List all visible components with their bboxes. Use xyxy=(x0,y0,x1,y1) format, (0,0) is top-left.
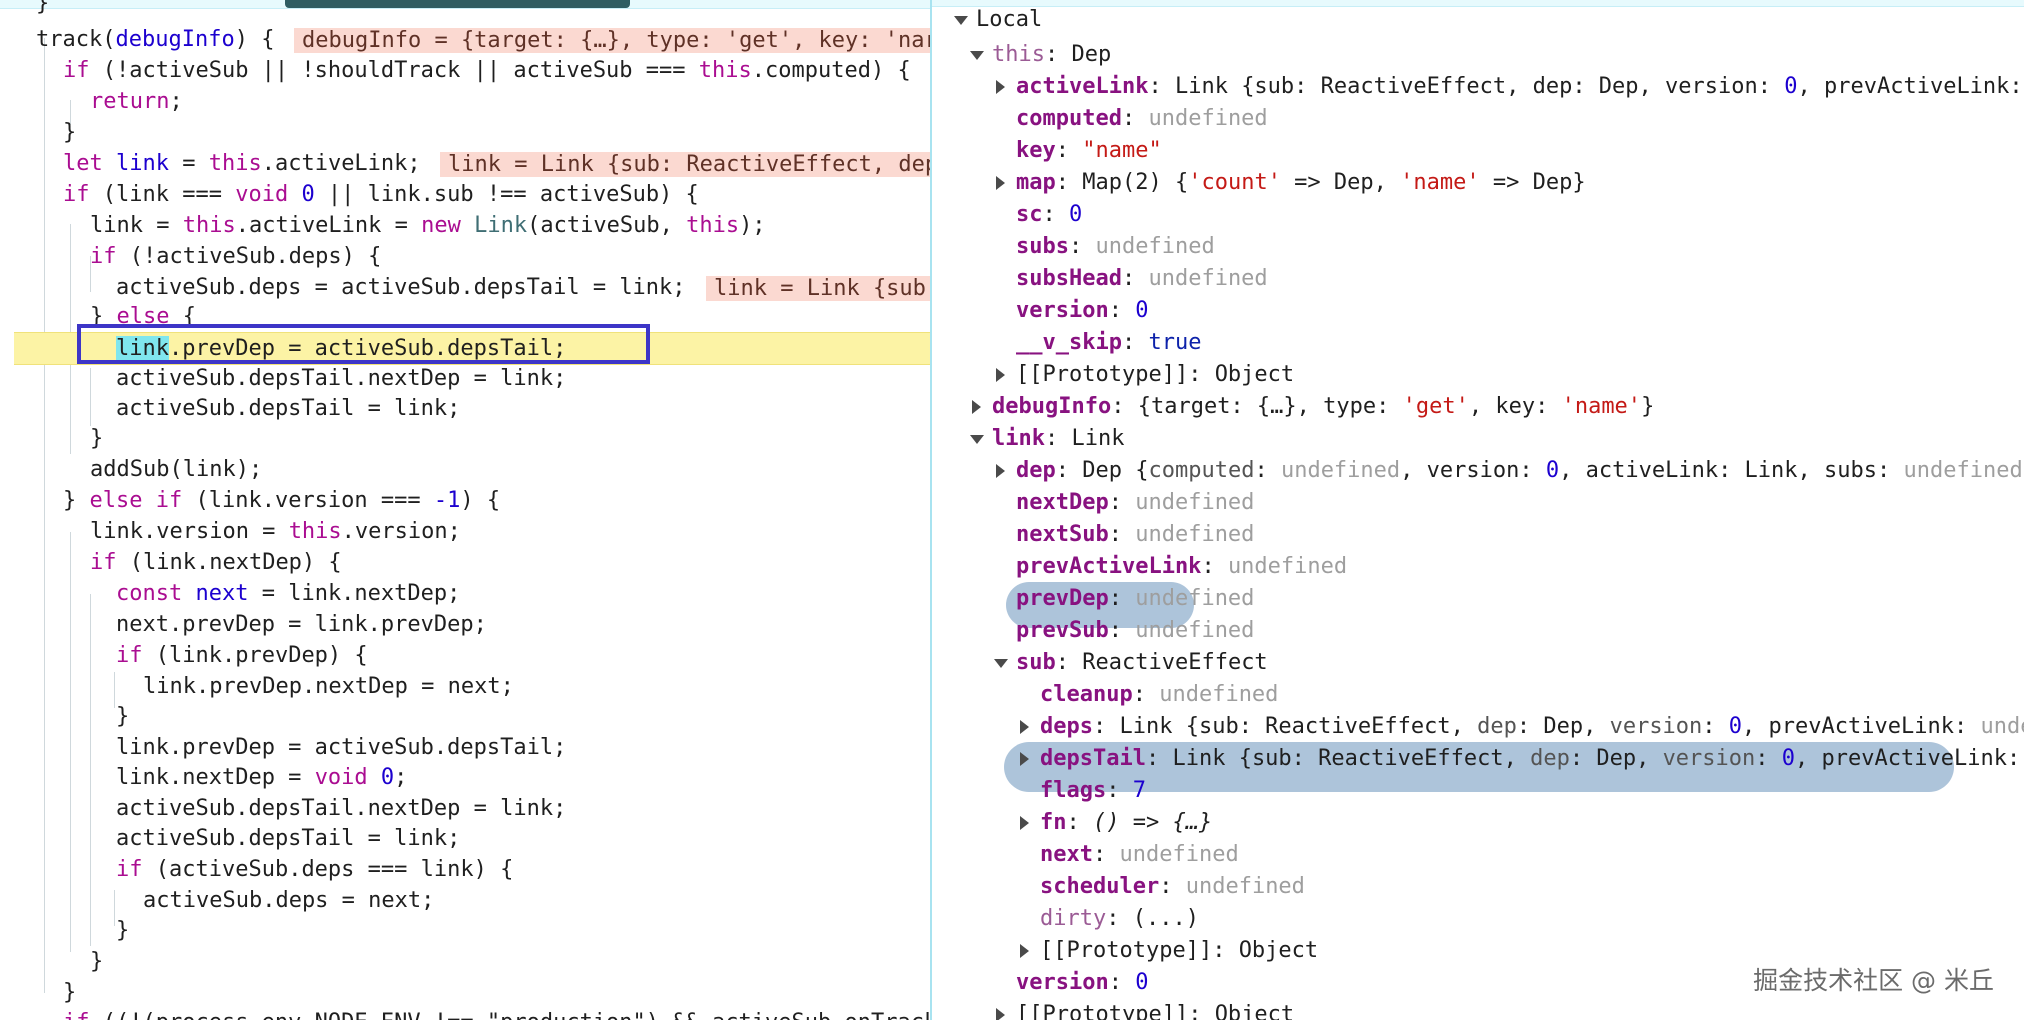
code-line: link.prevDep.nextDep = next; xyxy=(0,671,930,702)
code-text: if (link.prevDep) { xyxy=(116,643,368,668)
scope-variables-pane[interactable]: Local this: Dep activeLink: Link {sub: R… xyxy=(932,0,2024,1020)
code-line: link = this.activeLink = new Link(active… xyxy=(0,210,930,241)
code-line: activeSub.deps = activeSub.depsTail = li… xyxy=(0,272,930,303)
code-line: } else if (link.version === -1) { xyxy=(0,485,930,516)
code-text: link.prevDep.nextDep = next; xyxy=(143,674,514,699)
code-line: activeSub.depsTail.nextDep = link; xyxy=(0,363,930,394)
code-text: let link = this.activeLink; xyxy=(63,151,421,176)
code-text: activeSub.deps = activeSub.depsTail = li… xyxy=(116,275,686,300)
expand-arrow-icon[interactable] xyxy=(992,647,1008,679)
code-text: } else if (link.version === -1) { xyxy=(63,488,501,513)
code-text: if (!activeSub || !shouldTrack || active… xyxy=(63,58,911,83)
code-line: activeSub.depsTail = link; xyxy=(0,393,930,424)
code-line: } xyxy=(0,946,930,977)
code-line: const next = link.nextDep; xyxy=(0,578,930,609)
expand-arrow-icon[interactable] xyxy=(968,391,984,423)
code-line: let link = this.activeLink; link = Link … xyxy=(0,148,930,179)
code-text: activeSub.deps = next; xyxy=(143,888,435,913)
code-text: } xyxy=(90,426,104,451)
code-text: activeSub.depsTail = link; xyxy=(116,826,461,851)
code-text: addSub(link); xyxy=(90,457,263,482)
code-line: return; xyxy=(0,86,930,117)
code-text: } xyxy=(63,120,77,145)
code-text: track(debugInfo) { xyxy=(36,27,275,52)
code-text: if (link === void 0 || link.sub !== acti… xyxy=(63,182,699,207)
code-text: activeSub.depsTail.nextDep = link; xyxy=(116,366,567,391)
code-text: link.prevDep = activeSub.depsTail; xyxy=(116,735,567,760)
code-line: if (!activeSub || !shouldTrack || active… xyxy=(0,55,930,86)
code-line: track(debugInfo) { debugInfo = {target: … xyxy=(0,24,930,55)
code-line: addSub(link); xyxy=(0,454,930,485)
code-text: } xyxy=(90,949,104,974)
code-text: if (link.nextDep) { xyxy=(90,550,342,575)
expand-arrow-icon[interactable] xyxy=(1016,743,1032,775)
code-text: if (activeSub.deps === link) { xyxy=(116,857,514,882)
expand-arrow-icon[interactable] xyxy=(1016,935,1032,967)
code-line: activeSub.deps = next; xyxy=(0,885,930,916)
code-text: } xyxy=(36,0,50,16)
code-line: if (activeSub.deps === link) { xyxy=(0,854,930,885)
code-text: link = this.activeLink = new Link(active… xyxy=(90,213,766,238)
code-line: link.prevDep = activeSub.depsTail; xyxy=(0,732,930,763)
code-line: if (link === void 0 || link.sub !== acti… xyxy=(0,179,930,210)
code-line: } xyxy=(0,701,930,732)
code-text: if (!activeSub.deps) { xyxy=(90,244,382,269)
code-line: if ((!(process.env.NODE_ENV !== "product… xyxy=(0,1007,930,1020)
code-line: if (!activeSub.deps) { xyxy=(0,241,930,272)
expand-arrow-icon[interactable] xyxy=(992,999,1008,1020)
expand-arrow-icon[interactable] xyxy=(992,71,1008,103)
code-text: } xyxy=(63,980,77,1005)
code-line: activeSub.depsTail.nextDep = link; xyxy=(0,793,930,824)
code-line: link.nextDep = void 0; xyxy=(0,762,930,793)
code-text: const next = link.nextDep; xyxy=(116,581,461,606)
code-text: activeSub.depsTail.nextDep = link; xyxy=(116,796,567,821)
expand-arrow-icon[interactable] xyxy=(952,4,968,36)
expand-arrow-icon[interactable] xyxy=(992,359,1008,391)
inline-value-debuginfo: debugInfo = {target: {…}, type: 'get', k… xyxy=(294,28,930,53)
code-line: } xyxy=(0,915,930,946)
code-text: activeSub.depsTail = link; xyxy=(116,396,461,421)
code-line: if (link.nextDep) { xyxy=(0,547,930,578)
code-text: } xyxy=(116,918,130,943)
code-text: return; xyxy=(90,89,183,114)
expand-arrow-icon[interactable] xyxy=(1016,711,1032,743)
expand-arrow-icon[interactable] xyxy=(992,455,1008,487)
code-text: if ((!(process.env.NODE_ENV !== "product… xyxy=(63,1007,930,1020)
inline-value-link: link = Link {sub: ReactiveEffect, dep xyxy=(440,152,930,177)
expand-arrow-icon[interactable] xyxy=(1016,807,1032,839)
scope-top-strip xyxy=(932,0,2024,7)
inline-value-link: link = Link {sub xyxy=(706,276,930,301)
code-text: } xyxy=(116,704,130,729)
code-line: } xyxy=(0,0,930,19)
code-line: next.prevDep = link.prevDep; xyxy=(0,609,930,640)
highlight-box xyxy=(77,324,650,364)
code-text: next.prevDep = link.prevDep; xyxy=(116,612,487,637)
watermark: 掘金技术社区 @ 米丘 xyxy=(1749,961,1998,997)
code-text: link.nextDep = void 0; xyxy=(116,765,408,790)
expand-arrow-icon[interactable] xyxy=(992,167,1008,199)
code-line: } xyxy=(0,977,930,1008)
code-line: } xyxy=(0,423,930,454)
code-line: activeSub.depsTail = link; xyxy=(0,823,930,854)
code-line: if (link.prevDep) { xyxy=(0,640,930,671)
source-editor-pane[interactable]: } track(debugInfo) { debugInfo = {target… xyxy=(0,0,932,1020)
code-text: link.version = this.version; xyxy=(90,519,461,544)
expand-arrow-icon[interactable] xyxy=(968,39,984,71)
expand-arrow-icon[interactable] xyxy=(968,423,984,455)
code-line: link.version = this.version; xyxy=(0,516,930,547)
code-line: } xyxy=(0,117,930,148)
